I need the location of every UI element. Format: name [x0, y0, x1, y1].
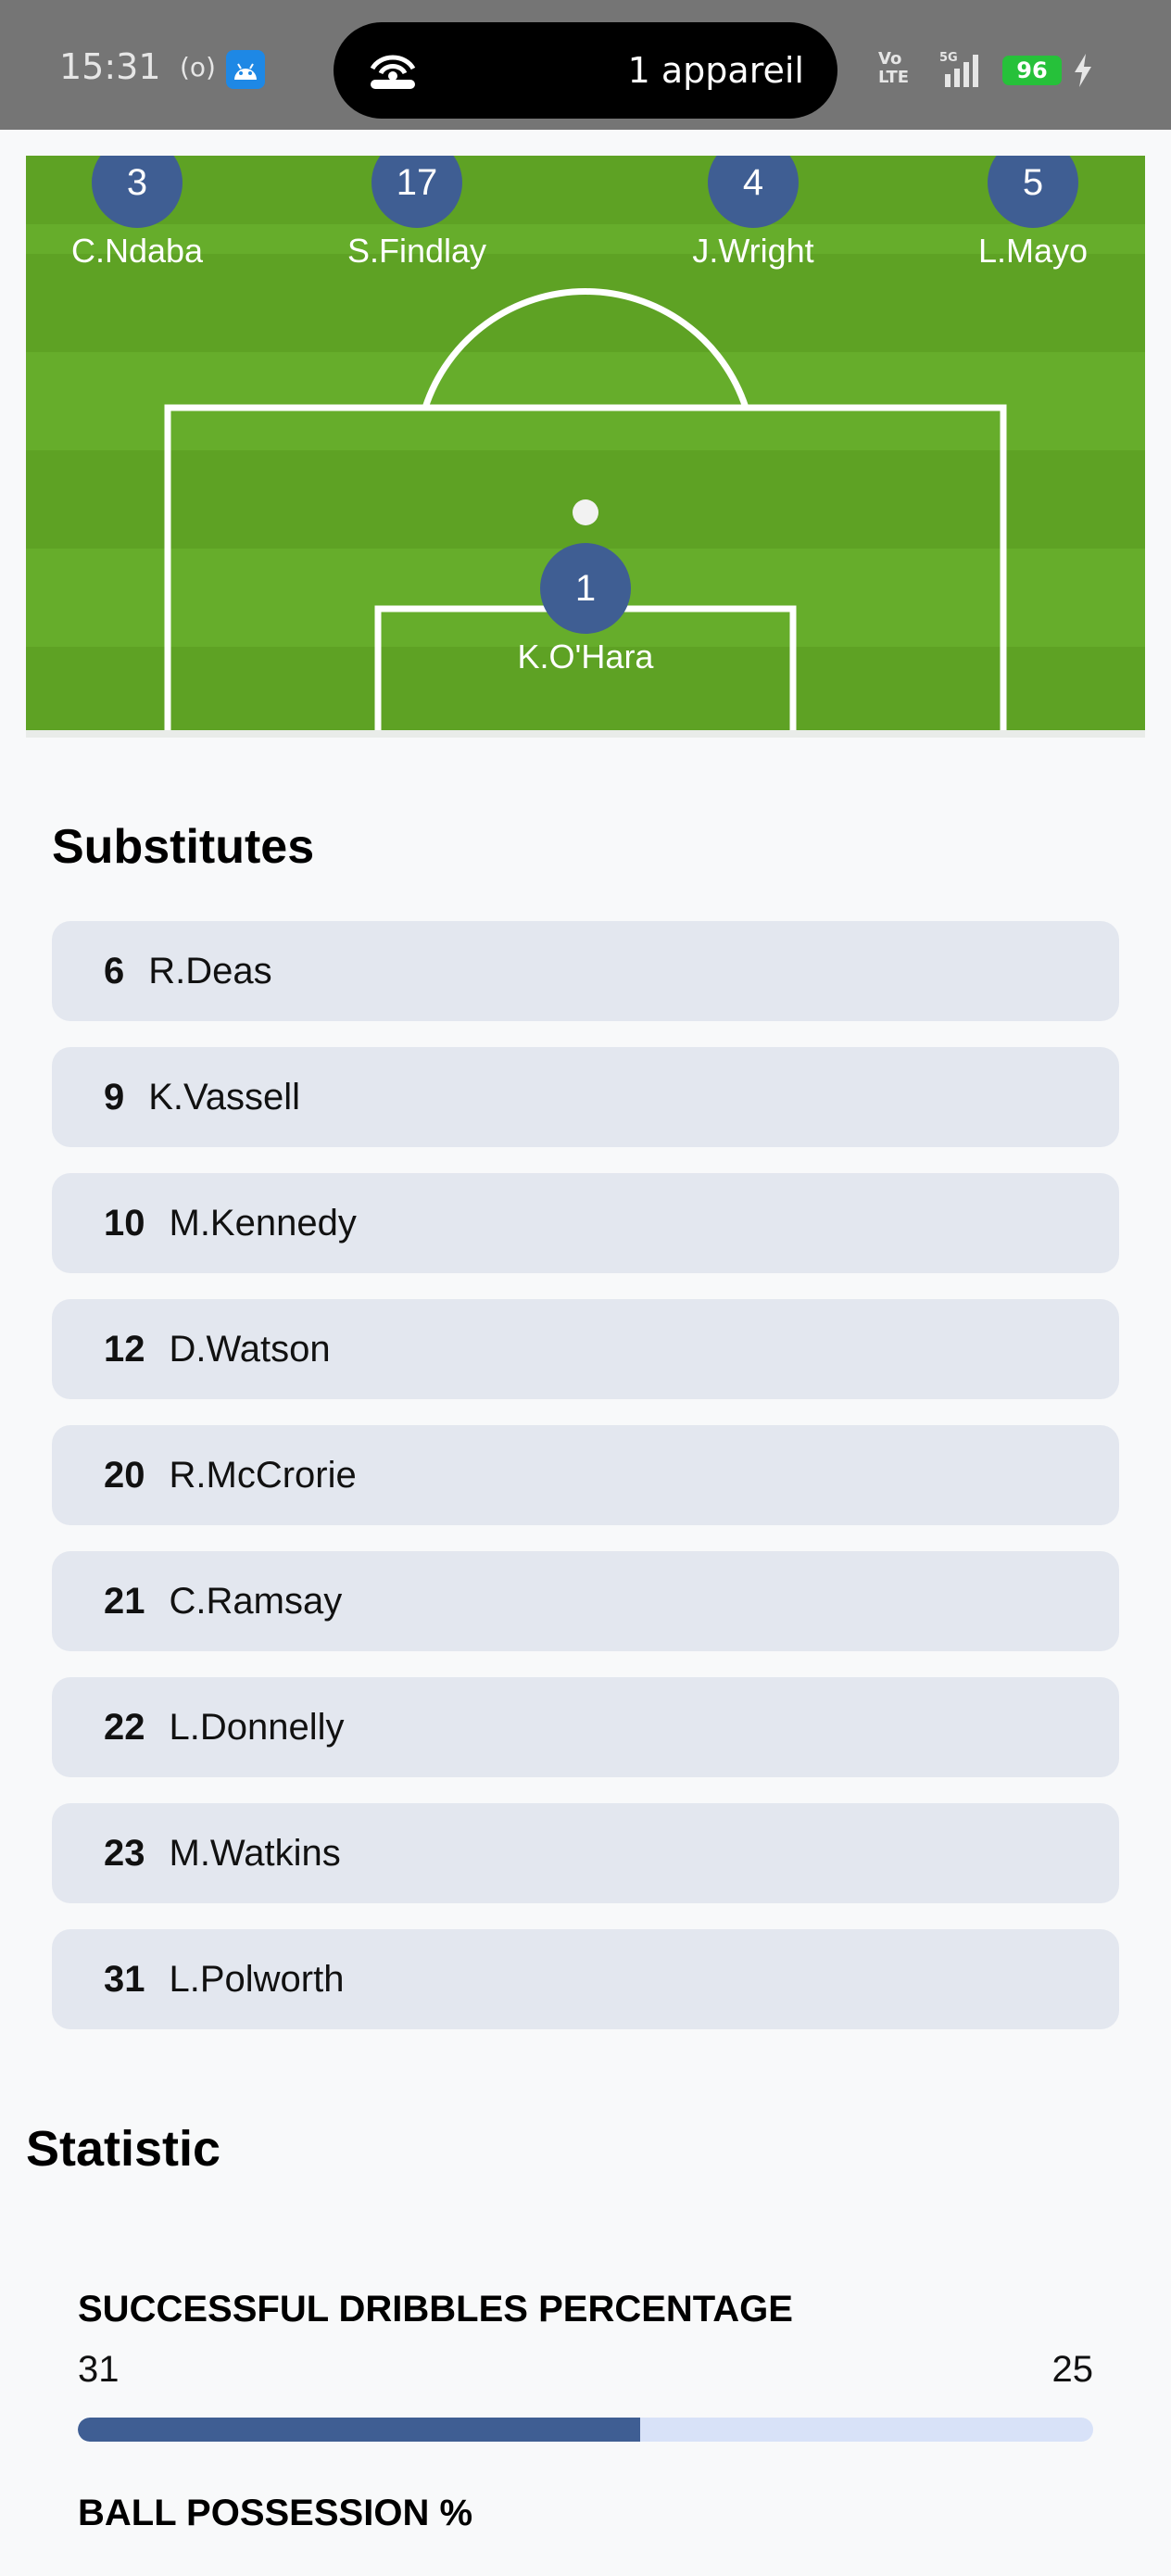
player-marker[interactable]: 3 C.Ndaba	[35, 156, 239, 271]
player-number: 17	[371, 156, 462, 228]
stat-home-value: 31	[78, 2349, 120, 2390]
sub-name: M.Kennedy	[169, 1202, 357, 1244]
pitch-view: 3 C.Ndaba 17 S.Findlay 4 J.Wright 5 L.Ma…	[26, 156, 1145, 730]
player-name: C.Ndaba	[70, 232, 204, 270]
stat-row-possession: BALL POSSESSION %	[78, 2493, 1093, 2534]
sub-number: 9	[104, 1076, 125, 1118]
android-icon	[226, 50, 265, 89]
statistic-title: Statistic	[26, 2121, 221, 2177]
stat-label: SUCCESSFUL DRIBBLES PERCENTAGE	[78, 2289, 793, 2330]
stat-bar	[78, 2418, 1093, 2442]
sub-name: R.Deas	[148, 950, 272, 991]
list-item[interactable]: 22 L.Donnelly	[52, 1677, 1119, 1777]
status-time: 15:31	[59, 46, 161, 87]
substitutes-title: Substitutes	[52, 820, 315, 874]
status-bar: 15:31 (o) 1 appareil Vo LTE 5G 96	[0, 0, 1171, 130]
sub-name: R.McCrorie	[169, 1454, 357, 1496]
charging-bolt-icon	[1075, 54, 1091, 87]
list-item[interactable]: 10 M.Kennedy	[52, 1173, 1119, 1273]
sub-name: L.Polworth	[169, 1958, 345, 2000]
goalkeeper-marker[interactable]: 1 K.O'Hara	[484, 543, 687, 676]
substitutes-list: 6 R.Deas 9 K.Vassell 10 M.Kennedy 12 D.W…	[52, 921, 1119, 2055]
sub-number: 6	[104, 950, 125, 991]
player-marker[interactable]: 5 L.Mayo	[931, 156, 1135, 271]
stat-away-value: 25	[1051, 2349, 1094, 2390]
svg-text:5G: 5G	[939, 51, 958, 65]
hotspot-icon	[370, 55, 416, 89]
sub-number: 20	[104, 1454, 145, 1496]
radio-icon: (o)	[180, 52, 216, 82]
sub-name: K.Vassell	[148, 1076, 301, 1118]
player-number: 3	[92, 156, 183, 228]
list-item[interactable]: 20 R.McCrorie	[52, 1425, 1119, 1525]
player-name: S.Findlay	[346, 232, 487, 270]
stat-label: BALL POSSESSION %	[78, 2493, 473, 2533]
sub-number: 22	[104, 1706, 145, 1748]
hotspot-pill[interactable]: 1 appareil	[334, 22, 837, 119]
sub-number: 31	[104, 1958, 145, 2000]
sub-name: M.Watkins	[169, 1832, 341, 1874]
stat-values: 31 25	[78, 2349, 1093, 2397]
player-name: K.O'Hara	[517, 638, 654, 676]
player-name: L.Mayo	[977, 232, 1089, 270]
pitch-divider	[26, 730, 1145, 738]
volte-indicator: Vo LTE	[878, 49, 910, 87]
sub-number: 21	[104, 1580, 145, 1622]
battery-icon: 96	[1002, 56, 1062, 85]
hotspot-label: 1 appareil	[627, 50, 804, 91]
list-item[interactable]: 6 R.Deas	[52, 921, 1119, 1021]
sub-name: L.Donnelly	[169, 1706, 345, 1748]
list-item[interactable]: 21 C.Ramsay	[52, 1551, 1119, 1651]
sub-number: 12	[104, 1328, 145, 1370]
signal-5g-icon: 5G	[939, 51, 978, 87]
player-marker[interactable]: 4 J.Wright	[651, 156, 855, 271]
list-item[interactable]: 31 L.Polworth	[52, 1929, 1119, 2029]
player-number: 4	[708, 156, 799, 228]
player-name: J.Wright	[692, 232, 814, 270]
stat-bar-home-fill	[78, 2418, 641, 2442]
sub-number: 10	[104, 1202, 145, 1244]
player-number: 5	[988, 156, 1078, 228]
stat-row-dribbles: SUCCESSFUL DRIBBLES PERCENTAGE 31 25	[78, 2289, 1093, 2442]
list-item[interactable]: 12 D.Watson	[52, 1299, 1119, 1399]
player-marker[interactable]: 17 S.Findlay	[315, 156, 519, 271]
list-item[interactable]: 23 M.Watkins	[52, 1803, 1119, 1903]
list-item[interactable]: 9 K.Vassell	[52, 1047, 1119, 1147]
player-number: 1	[540, 543, 631, 634]
sub-number: 23	[104, 1832, 145, 1874]
sub-name: D.Watson	[169, 1328, 331, 1370]
sub-name: C.Ramsay	[169, 1580, 343, 1622]
